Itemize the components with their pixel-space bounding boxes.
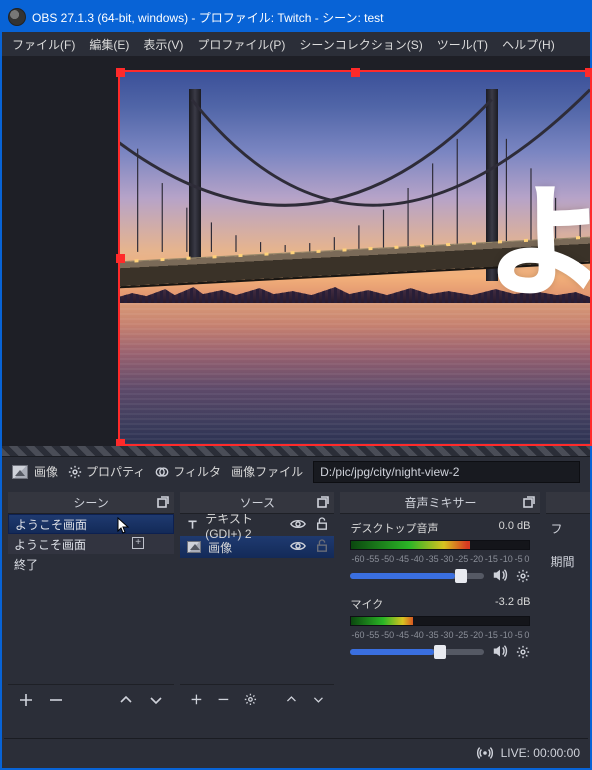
mixer-channel-label: デスクトップ音声 xyxy=(350,520,438,536)
docks-row: シーン ようこそ画面 ようこそ画面 + 終了 ソース xyxy=(2,486,590,714)
filter-icon xyxy=(155,465,169,479)
scenes-header[interactable]: シーン xyxy=(8,492,174,514)
move-up-button[interactable] xyxy=(285,692,298,708)
volume-slider[interactable] xyxy=(350,649,484,655)
image-icon xyxy=(12,465,28,479)
mixer-db-value: -3.2 dB xyxy=(495,596,530,612)
add-scene-button[interactable] xyxy=(18,692,34,708)
menu-help[interactable]: ヘルプ(H) xyxy=(502,36,555,53)
add-source-button[interactable] xyxy=(190,692,203,708)
image-icon xyxy=(186,539,202,555)
mixer-body: デスクトップ音声 0.0 dB -60-55-50-45-40-35-30-25… xyxy=(340,514,540,714)
preview-canvas[interactable]: よ xyxy=(118,70,590,446)
image-path-field[interactable]: D:/pic/jpg/city/night-view-2 xyxy=(313,461,580,483)
preview-area: よ xyxy=(2,56,590,456)
sources-dock: ソース テキスト (GDI+) 2 画像 xyxy=(180,492,334,714)
meter-ticks: -60-55-50-45-40-35-30-25-20-15-10-50 xyxy=(350,554,530,564)
menu-profile[interactable]: プロファイル(P) xyxy=(197,36,285,53)
visibility-toggle[interactable] xyxy=(290,540,306,555)
popout-icon[interactable] xyxy=(522,495,536,509)
channel-settings-button[interactable] xyxy=(516,569,530,583)
remove-source-button[interactable] xyxy=(217,692,230,708)
window-title: OBS 27.1.3 (64-bit, windows) - プロファイル: T… xyxy=(32,9,384,26)
audio-meter xyxy=(350,616,530,626)
move-down-button[interactable] xyxy=(148,692,164,708)
scenes-toolbar xyxy=(8,684,174,714)
menu-scene-collection[interactable]: シーンコレクション(S) xyxy=(299,36,422,53)
broadcast-icon xyxy=(477,745,493,761)
menu-view[interactable]: 表示(V) xyxy=(143,36,183,53)
sources-list[interactable]: テキスト (GDI+) 2 画像 xyxy=(180,514,334,684)
menu-tools[interactable]: ツール(T) xyxy=(437,36,488,53)
image-file-label: 画像ファイル xyxy=(231,463,303,480)
bridge-pylon xyxy=(189,89,201,281)
preview-image: よ xyxy=(118,70,590,446)
live-timer: LIVE: 00:00:00 xyxy=(501,746,580,760)
visibility-toggle[interactable] xyxy=(290,518,306,533)
scenes-list[interactable]: ようこそ画面 ようこそ画面 + 終了 xyxy=(8,514,174,684)
overlay-text: よ xyxy=(486,183,590,303)
transition-select[interactable]: フ xyxy=(550,520,586,537)
lock-toggle[interactable] xyxy=(316,517,328,534)
speaker-icon[interactable] xyxy=(492,644,508,660)
sources-header[interactable]: ソース xyxy=(180,492,334,514)
remove-scene-button[interactable] xyxy=(48,692,64,708)
menu-file[interactable]: ファイル(F) xyxy=(12,36,75,53)
selected-source-label: 画像 xyxy=(34,463,58,480)
source-settings-button[interactable] xyxy=(244,692,257,708)
popout-icon[interactable] xyxy=(156,495,170,509)
scene-item[interactable]: ようこそ画面 xyxy=(8,514,174,534)
move-up-button[interactable] xyxy=(118,692,134,708)
mixer-header[interactable]: 音声ミキサー xyxy=(340,492,540,514)
gear-icon xyxy=(68,465,82,479)
audio-mixer-dock: 音声ミキサー デスクトップ音声 0.0 dB -60-55-50-45-40-3… xyxy=(340,492,540,714)
sources-toolbar xyxy=(180,684,334,714)
scene-item[interactable]: 終了 xyxy=(8,554,174,574)
popout-icon[interactable] xyxy=(316,495,330,509)
move-down-button[interactable] xyxy=(312,692,325,708)
mixer-db-value: 0.0 dB xyxy=(499,520,531,536)
divider-hatch xyxy=(2,446,590,456)
lock-toggle[interactable] xyxy=(316,539,328,556)
audio-meter xyxy=(350,540,530,550)
cursor-icon xyxy=(117,517,131,535)
duration-label: 期間 xyxy=(550,553,586,570)
menubar: ファイル(F) 編集(E) 表示(V) プロファイル(P) シーンコレクション(… xyxy=(2,32,590,56)
status-bar: LIVE: 00:00:00 xyxy=(4,738,588,766)
app-logo-icon xyxy=(8,8,26,26)
speaker-icon[interactable] xyxy=(492,568,508,584)
slider-knob[interactable] xyxy=(434,645,446,659)
volume-slider[interactable] xyxy=(350,573,484,579)
add-badge-icon: + xyxy=(132,537,144,549)
titlebar: OBS 27.1.3 (64-bit, windows) - プロファイル: T… xyxy=(2,2,590,32)
source-property-bar: 画像 プロパティ フィルタ 画像ファイル D:/pic/jpg/city/nig… xyxy=(2,456,590,486)
transitions-dock: フ 期間 xyxy=(546,492,590,714)
slider-knob[interactable] xyxy=(455,569,467,583)
channel-settings-button[interactable] xyxy=(516,645,530,659)
mixer-channel-label: マイク xyxy=(350,596,383,612)
source-item[interactable]: テキスト (GDI+) 2 xyxy=(180,514,334,536)
transitions-header[interactable] xyxy=(546,492,590,514)
menu-edit[interactable]: 編集(E) xyxy=(89,36,129,53)
properties-button[interactable]: プロパティ xyxy=(68,463,145,480)
text-icon xyxy=(186,517,199,533)
filters-button[interactable]: フィルタ xyxy=(155,463,221,480)
scenes-dock: シーン ようこそ画面 ようこそ画面 + 終了 xyxy=(8,492,174,714)
meter-ticks: -60-55-50-45-40-35-30-25-20-15-10-50 xyxy=(350,630,530,640)
scene-item[interactable]: ようこそ画面 + xyxy=(8,534,174,554)
